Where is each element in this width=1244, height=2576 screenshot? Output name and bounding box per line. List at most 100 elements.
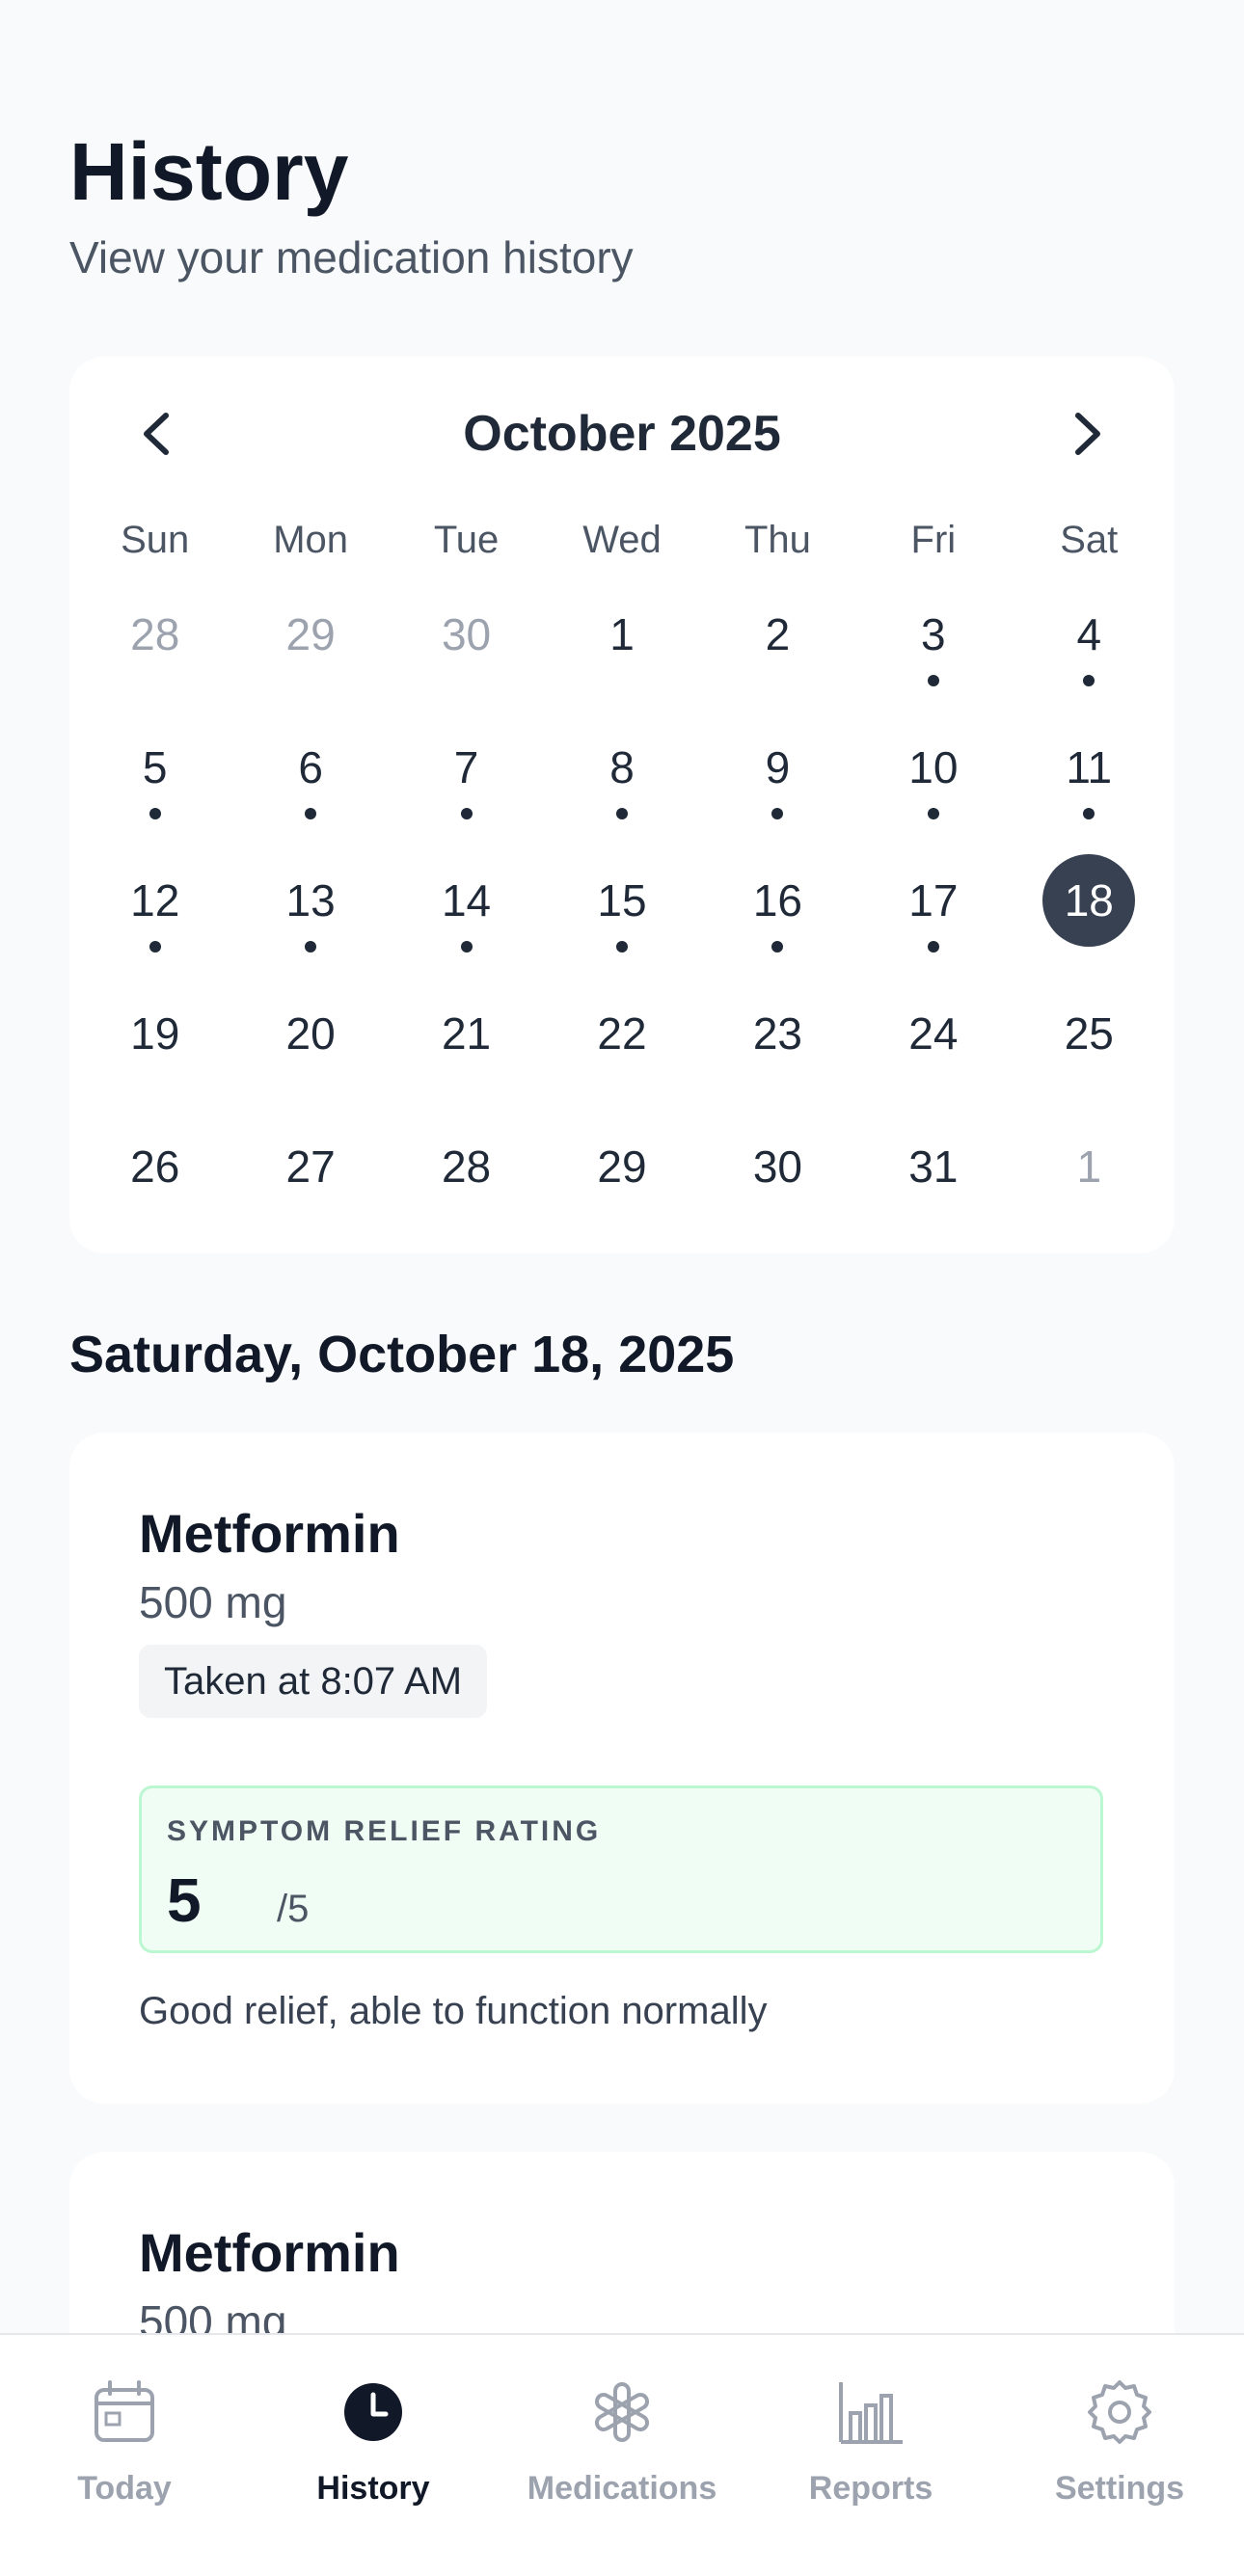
calendar-day[interactable]: 29 bbox=[544, 1111, 699, 1244]
calendar-day[interactable]: 28 bbox=[389, 1111, 544, 1244]
calendar-day[interactable]: 9 bbox=[700, 711, 855, 845]
calendar-day[interactable]: 30 bbox=[389, 578, 544, 711]
calendar-day[interactable]: 1 bbox=[1012, 1111, 1167, 1244]
day-number: 5 bbox=[142, 742, 168, 792]
calendar-day[interactable]: 22 bbox=[544, 978, 699, 1111]
weekday-label: Wed bbox=[582, 519, 662, 561]
dose-logged-dot bbox=[460, 808, 473, 819]
page-title: History bbox=[69, 126, 349, 217]
calendar-day[interactable]: 27 bbox=[232, 1111, 388, 1244]
day-number: 16 bbox=[752, 875, 802, 926]
medication-dose: 500 mg bbox=[139, 1577, 287, 1627]
tab-label: History bbox=[316, 2470, 430, 2507]
day-number: 26 bbox=[130, 1141, 180, 1192]
tab-label: Settings bbox=[1054, 2470, 1185, 2507]
calendar-card: October 2025 Sun Mon Tue Wed Thu Fri Sat… bbox=[69, 357, 1175, 1253]
calendar-day[interactable]: 8 bbox=[544, 711, 699, 845]
day-number: 31 bbox=[908, 1141, 959, 1192]
dose-logged-dot bbox=[771, 808, 784, 819]
calendar-day[interactable]: 12 bbox=[77, 845, 232, 978]
calendar-day[interactable]: 15 bbox=[544, 845, 699, 978]
calendar-day[interactable]: 29 bbox=[232, 578, 388, 711]
symptom-relief-rating-box: SYMPTOM RELIEF RATING 5 /5 bbox=[139, 1785, 1103, 1953]
calendar-day[interactable]: 28 bbox=[77, 578, 232, 711]
day-number: 25 bbox=[1064, 1008, 1114, 1059]
taken-time-badge: Taken at 8:07 AM bbox=[139, 1645, 488, 1718]
calendar-day[interactable]: 16 bbox=[700, 845, 855, 978]
day-number: 28 bbox=[130, 609, 180, 659]
calendar-icon bbox=[86, 2374, 163, 2451]
calendar-day[interactable]: 6 bbox=[232, 711, 388, 845]
history-screen: History View your medication history Oct… bbox=[0, 0, 1244, 2576]
rating-value: 5 bbox=[167, 1865, 202, 1935]
calendar-day-grid: 28 29 30 1 2 3 4 5 6 7 8 9 10 11 12 13 14 15 16 17 18 19 20 21 2… bbox=[77, 578, 1167, 1244]
day-number: 15 bbox=[597, 875, 647, 926]
tab-history[interactable]: History bbox=[249, 2335, 498, 2576]
page-header: History View your medication history bbox=[69, 123, 634, 283]
calendar-day[interactable]: 31 bbox=[855, 1111, 1011, 1244]
medication-entry-card[interactable]: Metformin 500 mg Taken at 8:07 AM SYMPTO… bbox=[69, 1433, 1175, 2104]
tab-settings[interactable]: Settings bbox=[995, 2335, 1244, 2576]
weekday-label: Thu bbox=[744, 519, 811, 561]
tab-reports[interactable]: Reports bbox=[746, 2335, 995, 2576]
calendar-day[interactable]: 4 bbox=[1012, 578, 1167, 711]
tab-medications[interactable]: Medications bbox=[498, 2335, 746, 2576]
day-number: 2 bbox=[765, 609, 791, 659]
day-number: 29 bbox=[285, 609, 336, 659]
calendar-day[interactable]: 23 bbox=[700, 978, 855, 1111]
next-month-button[interactable] bbox=[1049, 395, 1126, 472]
day-number: 1 bbox=[1076, 1141, 1102, 1192]
calendar-day[interactable]: 3 bbox=[855, 578, 1011, 711]
day-number: 8 bbox=[609, 742, 635, 792]
calendar-day[interactable]: 5 bbox=[77, 711, 232, 845]
dose-logged-dot bbox=[1083, 808, 1095, 819]
calendar-day[interactable]: 2 bbox=[700, 578, 855, 711]
selected-date-heading: Saturday, October 18, 2025 bbox=[69, 1326, 735, 1383]
tab-label: Today bbox=[77, 2470, 172, 2507]
calendar-day[interactable]: 26 bbox=[77, 1111, 232, 1244]
day-number: 10 bbox=[908, 742, 959, 792]
bar-chart-icon bbox=[832, 2374, 909, 2451]
entry-note: Good relief, able to function normally bbox=[139, 1990, 768, 2032]
calendar-day[interactable]: 25 bbox=[1012, 978, 1167, 1111]
month-label: October 2025 bbox=[463, 406, 781, 462]
tab-today[interactable]: Today bbox=[0, 2335, 249, 2576]
calendar-day[interactable]: 10 bbox=[855, 711, 1011, 845]
dose-logged-dot bbox=[615, 941, 628, 953]
calendar-day[interactable]: 14 bbox=[389, 845, 544, 978]
day-number: 9 bbox=[765, 742, 791, 792]
calendar-day[interactable]: 20 bbox=[232, 978, 388, 1111]
day-number: 13 bbox=[285, 875, 336, 926]
day-number: 1 bbox=[609, 609, 635, 659]
day-number: 21 bbox=[441, 1008, 492, 1059]
day-number: 23 bbox=[752, 1008, 802, 1059]
calendar-day[interactable]: 24 bbox=[855, 978, 1011, 1111]
asterisk-icon bbox=[583, 2374, 661, 2451]
calendar-day[interactable]: 21 bbox=[389, 978, 544, 1111]
day-number: 3 bbox=[921, 609, 946, 659]
tab-label: Reports bbox=[808, 2470, 933, 2507]
day-number: 30 bbox=[752, 1141, 802, 1192]
dose-logged-dot bbox=[305, 808, 317, 819]
calendar-day[interactable]: 19 bbox=[77, 978, 232, 1111]
page-subtitle: View your medication history bbox=[69, 232, 634, 282]
rating-max: /5 bbox=[277, 1888, 310, 1930]
calendar-day-selected[interactable]: 18 bbox=[1012, 845, 1167, 978]
dose-logged-dot bbox=[615, 808, 628, 819]
day-number: 22 bbox=[597, 1008, 647, 1059]
calendar-day[interactable]: 17 bbox=[855, 845, 1011, 978]
day-number: 30 bbox=[441, 609, 492, 659]
day-number: 6 bbox=[298, 742, 323, 792]
calendar-day[interactable]: 1 bbox=[544, 578, 699, 711]
calendar-day[interactable]: 13 bbox=[232, 845, 388, 978]
calendar-header: October 2025 bbox=[69, 395, 1175, 472]
calendar-day[interactable]: 7 bbox=[389, 711, 544, 845]
dose-logged-dot bbox=[149, 941, 161, 953]
dose-logged-dot bbox=[460, 941, 473, 953]
calendar-day[interactable]: 30 bbox=[700, 1111, 855, 1244]
gear-icon bbox=[1081, 2374, 1158, 2451]
dose-logged-dot bbox=[927, 675, 939, 686]
day-number: 19 bbox=[130, 1008, 180, 1059]
calendar-day[interactable]: 11 bbox=[1012, 711, 1167, 845]
tab-label: Medications bbox=[527, 2470, 717, 2507]
